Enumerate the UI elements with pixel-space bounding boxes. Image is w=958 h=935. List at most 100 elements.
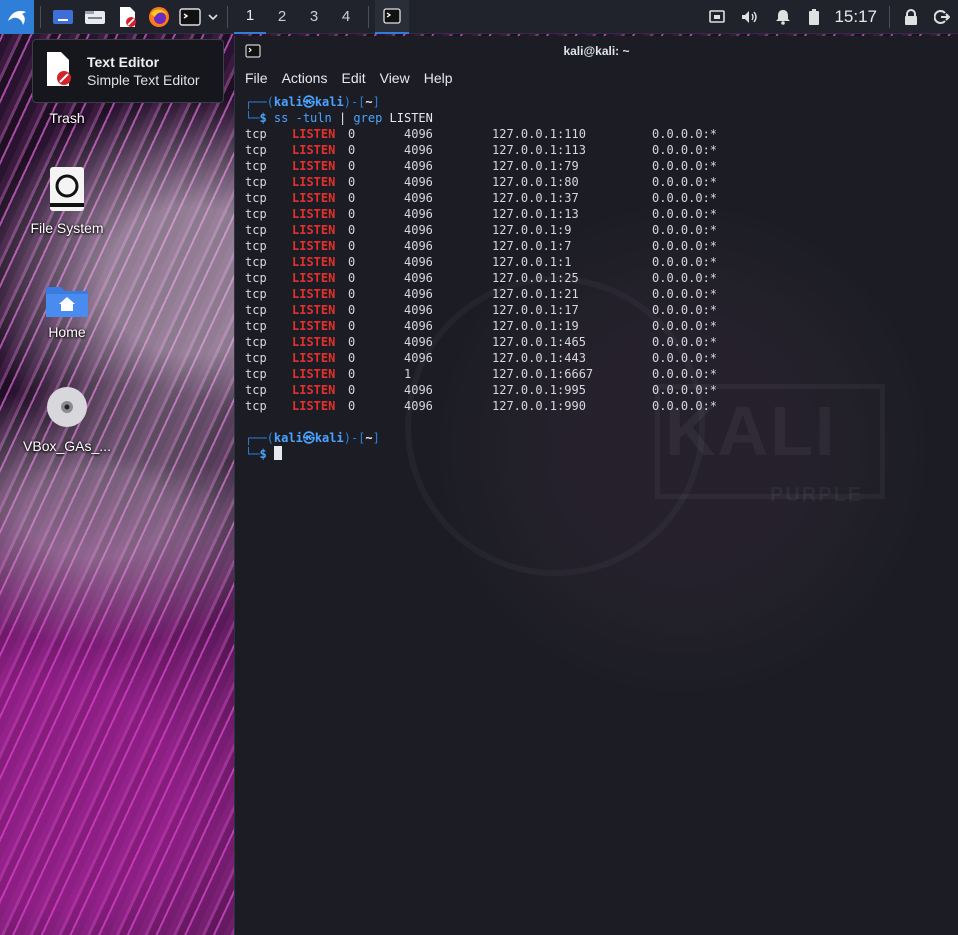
text-editor-icon[interactable] — [111, 0, 143, 34]
terminal-output[interactable]: ┌──(kali㉿kali)-[~] └─$ ss -tuln | grep L… — [245, 94, 958, 462]
col-recv-q: 0 — [348, 319, 356, 333]
menu-edit[interactable]: Edit — [341, 70, 365, 86]
text-editor-icon — [43, 51, 73, 91]
text-cursor — [273, 446, 282, 460]
logout-icon[interactable] — [926, 0, 958, 34]
col-recv-q: 0 — [348, 239, 356, 253]
col-state: LISTEN — [292, 255, 336, 269]
desktop-icon-file-system[interactable]: File System — [17, 166, 117, 236]
tooltip-title: Text Editor — [87, 54, 160, 70]
col-state: LISTEN — [292, 239, 336, 253]
col-recv-q: 0 — [348, 399, 356, 413]
input-line[interactable]: └─$ — [245, 446, 958, 462]
prompt-frame: ┌──( — [245, 431, 274, 445]
col-netid: tcp — [245, 399, 267, 413]
kali-menu-icon[interactable] — [0, 0, 34, 34]
prompt-line-top: ┌──(kali㉿kali)-[~] — [245, 94, 958, 110]
col-local-address: 127.0.0.1:19 — [492, 319, 579, 333]
prompt-line-top: ┌──(kali㉿kali)-[~] — [245, 430, 958, 446]
col-peer-address: 0.0.0.0:* — [652, 383, 718, 397]
taskbar-terminal-window[interactable] — [375, 0, 409, 34]
drive-icon — [17, 166, 117, 212]
notification-icon[interactable] — [766, 0, 800, 34]
col-recv-q: 0 — [348, 255, 356, 269]
col-state: LISTEN — [292, 367, 336, 381]
panel-clock[interactable]: 15:17 — [828, 7, 883, 27]
col-send-q: 4096 — [404, 287, 433, 301]
col-state: LISTEN — [292, 175, 336, 189]
desktop-icon-trash[interactable]: Trash — [17, 110, 117, 126]
menu-actions[interactable]: Actions — [282, 70, 328, 86]
menu-view[interactable]: View — [380, 70, 410, 86]
network-icon[interactable] — [700, 0, 734, 34]
prompt-host: kali — [314, 431, 344, 445]
table-row: tcp LISTEN 0 4096 127.0.0.1:9 0.0.0.0:* — [245, 222, 958, 238]
panel-separator — [889, 5, 890, 28]
col-local-address: 127.0.0.1:13 — [492, 207, 579, 221]
lock-screen-icon[interactable] — [896, 0, 926, 34]
col-peer-address: 0.0.0.0:* — [652, 191, 718, 205]
col-peer-address: 0.0.0.0:* — [652, 351, 718, 365]
prompt-at-symbol: ㉿ — [302, 431, 315, 445]
col-local-address: 127.0.0.1:80 — [492, 175, 579, 189]
col-send-q: 4096 — [404, 351, 433, 365]
col-netid: tcp — [245, 287, 267, 301]
col-state: LISTEN — [292, 319, 336, 333]
col-recv-q: 0 — [348, 303, 356, 317]
col-state: LISTEN — [292, 287, 336, 301]
table-row: tcp LISTEN 0 4096 127.0.0.1:113 0.0.0.0:* — [245, 142, 958, 158]
menu-file[interactable]: File — [245, 70, 268, 86]
col-netid: tcp — [245, 175, 267, 189]
workspace-1[interactable]: 1 — [234, 0, 266, 34]
col-state: LISTEN — [292, 399, 336, 413]
menu-help[interactable]: Help — [424, 70, 453, 86]
terminal-icon[interactable] — [175, 0, 205, 34]
col-send-q: 4096 — [404, 159, 433, 173]
desktop-icon-vbox-additions[interactable]: VBox_GAs_... — [17, 386, 117, 454]
col-local-address: 127.0.0.1:37 — [492, 191, 579, 205]
col-peer-address: 0.0.0.0:* — [652, 239, 718, 253]
desktop-icon-home[interactable]: Home — [17, 282, 117, 340]
prompt-directory: ~ — [365, 431, 373, 445]
firefox-icon[interactable] — [143, 0, 175, 34]
prompt-frame: └─ — [245, 111, 260, 125]
col-state: LISTEN — [292, 159, 336, 173]
ss-output-table: tcp LISTEN 0 4096 127.0.0.1:110 0.0.0.0:* tcp L… — [245, 126, 958, 414]
show-desktop-icon[interactable] — [47, 0, 79, 34]
workspace-3[interactable]: 3 — [298, 0, 330, 34]
volume-icon[interactable] — [734, 0, 766, 34]
col-netid: tcp — [245, 159, 267, 173]
col-netid: tcp — [245, 303, 267, 317]
col-recv-q: 0 — [348, 383, 356, 397]
prompt-host: kali — [314, 95, 344, 109]
col-peer-address: 0.0.0.0:* — [652, 175, 718, 189]
col-netid: tcp — [245, 223, 267, 237]
col-send-q: 4096 — [404, 255, 433, 269]
terminal-titlebar[interactable]: kali@kali: ~ — [235, 36, 958, 66]
table-row: tcp LISTEN 0 4096 127.0.0.1:21 0.0.0.0:* — [245, 286, 958, 302]
col-send-q: 4096 — [404, 383, 433, 397]
col-local-address: 127.0.0.1:6667 — [492, 367, 594, 381]
prompt-frame: ] — [372, 95, 380, 109]
table-row: tcp LISTEN 0 4096 127.0.0.1:7 0.0.0.0:* — [245, 238, 958, 254]
battery-icon[interactable] — [800, 0, 828, 34]
prompt-frame: )-[ — [343, 431, 366, 445]
col-peer-address: 0.0.0.0:* — [652, 127, 718, 141]
workspace-2[interactable]: 2 — [266, 0, 298, 34]
table-row: tcp LISTEN 0 4096 127.0.0.1:1 0.0.0.0:* — [245, 254, 958, 270]
desktop-icon-label: File System — [30, 220, 104, 236]
command-args: -tuln — [288, 111, 339, 125]
terminal-menubar: File Actions Edit View Help — [235, 66, 958, 90]
chevron-down-icon[interactable] — [205, 0, 221, 34]
col-send-q: 4096 — [404, 207, 433, 221]
workspace-4[interactable]: 4 — [330, 0, 362, 34]
col-netid: tcp — [245, 271, 267, 285]
file-manager-icon[interactable] — [79, 0, 111, 34]
col-send-q: 4096 — [404, 303, 433, 317]
prompt-dollar: $ — [259, 111, 267, 125]
col-recv-q: 0 — [348, 367, 356, 381]
table-row: tcp LISTEN 0 4096 127.0.0.1:110 0.0.0.0:* — [245, 126, 958, 142]
prompt-dollar: $ — [259, 447, 267, 461]
terminal-window[interactable]: KALI PURPLE kali@kali: ~ File Actions Ed… — [234, 36, 958, 935]
